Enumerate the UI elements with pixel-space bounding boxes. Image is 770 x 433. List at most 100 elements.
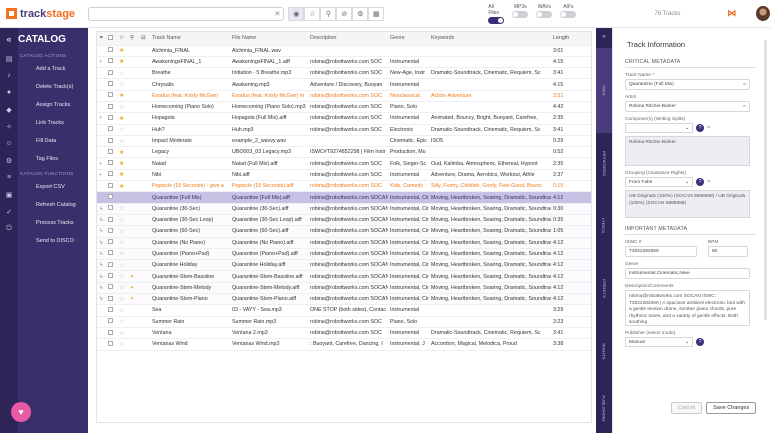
favorite-star-icon[interactable]: ☆ <box>117 304 128 317</box>
row-checkbox[interactable] <box>106 157 117 170</box>
stem-filter-icon[interactable]: ⚲ <box>320 6 337 21</box>
table-row[interactable]: ↳ ☆ ✦ Quarantine-Stem-Melody Quarantine-Stem… <box>97 282 591 295</box>
star-icon[interactable]: ☆ <box>119 319 124 325</box>
expand-cell[interactable] <box>97 316 106 328</box>
star-icon[interactable]: ☆ <box>119 285 124 291</box>
expand-cell[interactable] <box>97 101 106 114</box>
sidebar-item-tag-files[interactable]: Tag Files <box>18 150 88 168</box>
column-header-track-name[interactable]: Track Name <box>150 32 230 46</box>
checkbox[interactable] <box>108 81 113 87</box>
table-row[interactable]: ↳ ☆ Quarantine (No Piano) Quarantine (No Pi… <box>97 237 591 249</box>
box-icon[interactable]: ▣ <box>0 186 18 203</box>
expand-cell[interactable]: ↳ <box>97 270 106 283</box>
table-row[interactable]: + ★ AwakeningsFINAL_1 AwakeningsFINAL_1.aif… <box>97 56 591 69</box>
tag-icon[interactable]: ⌗ <box>707 179 710 186</box>
expand-cell[interactable] <box>97 338 106 351</box>
settings-icon[interactable]: ⚙ <box>352 6 369 21</box>
table-row[interactable]: ↳ ☆ ✦ Quarantine-Stem-Piano Quarantine-Stem-… <box>97 293 591 306</box>
star-icon[interactable]: ★ <box>119 93 124 99</box>
row-checkbox[interactable] <box>106 135 117 148</box>
checkbox[interactable] <box>108 182 113 188</box>
favorite-star-icon[interactable]: ★ <box>117 180 128 193</box>
expand-cell[interactable] <box>97 304 106 317</box>
star-icon[interactable]: ★ <box>119 150 124 156</box>
expand-cell[interactable] <box>97 124 106 136</box>
check-icon[interactable]: ✓ <box>0 203 18 220</box>
checkbox[interactable] <box>108 126 113 132</box>
table-row[interactable]: + ★ Nibi Nibi.aiff robina@robottworks.com SO… <box>97 169 591 182</box>
row-checkbox[interactable] <box>106 56 117 69</box>
tab-lyrics[interactable]: LYRICS <box>596 196 612 254</box>
table-row[interactable]: ☆ Homecoming (Piano Solo) Homecoming (Pian… <box>97 101 591 114</box>
star-icon[interactable]: ☆ <box>119 251 124 257</box>
table-row[interactable]: ↳ ☆ Quarantine (30-Sec) Quarantine (30-Sec)… <box>97 203 591 215</box>
mic-icon[interactable]: ● <box>0 84 18 101</box>
hide-icon[interactable]: ⊘ <box>336 6 353 21</box>
favorite-star-icon[interactable]: ☆ <box>117 327 128 340</box>
table-row[interactable]: ↳ ☆ ✦ Quarantine-Stem-Bassline Quarantine-St… <box>97 270 591 283</box>
favorite-star-icon[interactable]: ☆ <box>117 270 128 283</box>
checkbox[interactable] <box>108 284 113 290</box>
table-row[interactable]: ↳ ☆ Quarantine (Piano+Pad) Quarantine (Pian… <box>97 248 591 261</box>
table-row[interactable]: ★ Popsicle (15 Seconds) - give a Popsicle … <box>97 180 591 193</box>
columns-icon[interactable]: ▦ <box>368 6 385 21</box>
row-checkbox[interactable] <box>106 203 117 215</box>
help-icon[interactable]: ? <box>696 124 704 132</box>
expand-cell[interactable]: ↳ <box>97 237 106 249</box>
favorite-star-icon[interactable]: ☆ <box>117 135 128 148</box>
star-icon[interactable]: ★ <box>119 184 124 190</box>
expand-cell[interactable]: ↳ <box>97 203 106 215</box>
search-input[interactable]: ✕ <box>88 6 285 21</box>
expand-cell[interactable] <box>97 327 106 340</box>
column-header-file-name[interactable]: File Name <box>230 32 308 46</box>
row-checkbox[interactable] <box>106 169 117 182</box>
row-checkbox[interactable] <box>106 180 117 193</box>
checkbox[interactable] <box>108 250 113 256</box>
checkbox[interactable] <box>108 160 113 166</box>
table-row[interactable]: ★ Exodus (feat. Kristy McGee) Exodus (feat… <box>97 90 591 102</box>
avatar[interactable] <box>756 6 770 21</box>
expand-cell[interactable]: + <box>97 56 106 69</box>
column-header-genre[interactable]: Genre <box>388 32 429 46</box>
sidebar-item-refresh-catalog[interactable]: Refresh Catalog <box>18 196 88 214</box>
star-icon[interactable]: ☆ <box>119 274 124 280</box>
checkbox[interactable] <box>108 137 113 143</box>
checkbox[interactable] <box>108 273 113 279</box>
expand-cell[interactable]: - <box>97 191 106 204</box>
favorite-star-icon[interactable]: ★ <box>117 45 128 57</box>
table-row[interactable]: ☆ Ventanas Wind Ventanas Wind.mp3: Buoyant… <box>97 338 591 351</box>
favorite-star-icon[interactable]: ☆ <box>117 293 128 306</box>
row-checkbox[interactable] <box>106 90 117 102</box>
star-column-icon[interactable]: ☆ <box>117 32 128 46</box>
table-row[interactable]: ☆ Huh? Huh.mp3 robina@robottworks.com SOC El… <box>97 124 591 136</box>
list-icon[interactable]: ≡ <box>0 169 18 186</box>
checkbox[interactable] <box>108 69 113 75</box>
people-icon[interactable]: ☺ <box>0 135 18 152</box>
expand-cell[interactable] <box>97 45 106 57</box>
save-changes-button[interactable]: Save Changes <box>706 402 757 414</box>
favorite-star-icon[interactable]: ★ <box>117 157 128 170</box>
favorite-star-icon[interactable]: ☆ <box>117 338 128 351</box>
bpm-field[interactable]: 60 <box>708 246 748 257</box>
star-icon[interactable]: ☆ <box>119 195 124 201</box>
row-checkbox[interactable] <box>106 282 117 295</box>
checkbox[interactable] <box>108 306 113 312</box>
table-row[interactable]: - ☆ Quarantine (Full Mix) Quarantine (Full … <box>97 191 591 204</box>
track-name-field[interactable]: Quarantine (Full Mix) ⌗ <box>625 79 750 90</box>
star-icon[interactable]: ☆ <box>119 206 124 212</box>
favorite-star-icon[interactable]: ★ <box>117 146 128 159</box>
checkbox[interactable] <box>108 295 113 301</box>
row-checkbox[interactable] <box>106 327 117 340</box>
star-icon[interactable]: ☆ <box>119 139 124 145</box>
row-checkbox[interactable] <box>106 304 117 317</box>
star-icon[interactable]: ★ <box>119 161 124 167</box>
description-field[interactable]: robina@robottworks.com SOCAN ISWC: T3022… <box>625 290 750 326</box>
table-row[interactable]: + ★ Hopagola Hopagola (Full Mix).aiff robina… <box>97 112 591 125</box>
column-header-keywords[interactable]: Keywords <box>429 32 551 46</box>
table-row[interactable]: ☆ Chrysalis Awakening.mp3 Adventure / Disco… <box>97 78 591 91</box>
table-row[interactable]: ☆ Ventana Ventana 2.mp3 robina@robottworks.… <box>97 327 591 340</box>
checkbox[interactable] <box>108 194 113 199</box>
favorite-star-icon[interactable]: ☆ <box>117 191 128 204</box>
table-row[interactable]: ☆ Sea 03 - VAYY - Sea.mp3 ONE STOP (both si… <box>97 304 591 317</box>
expand-cell[interactable]: + <box>97 169 106 182</box>
